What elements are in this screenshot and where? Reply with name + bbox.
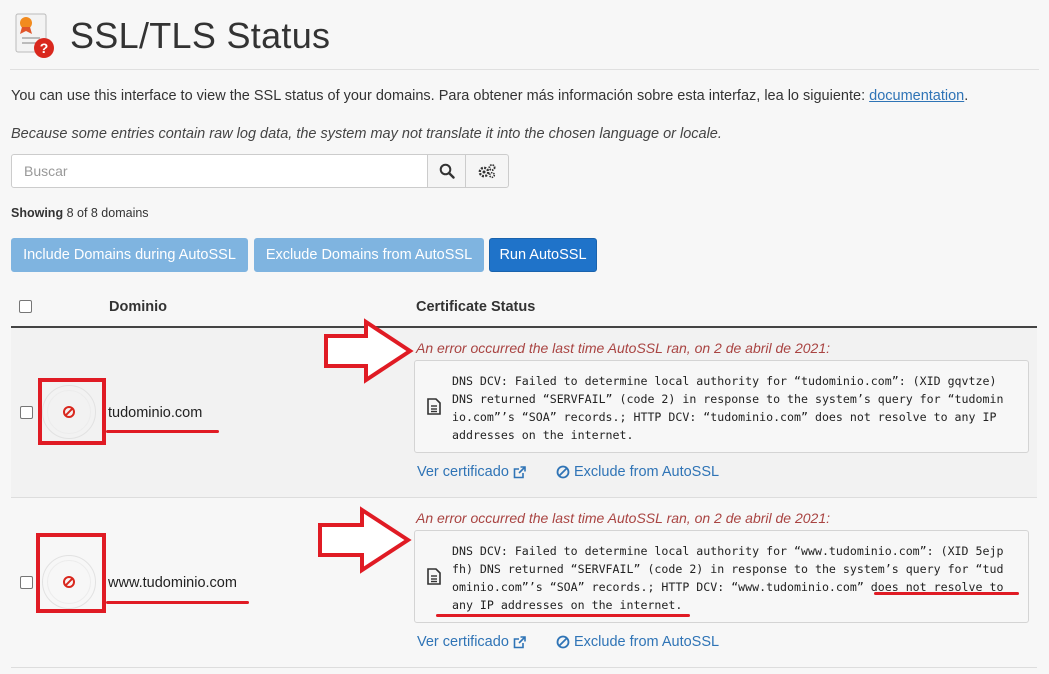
search-placeholder: Buscar xyxy=(24,163,68,179)
error-log-text: DNS DCV: Failed to determine local autho… xyxy=(452,544,1011,612)
svg-text:?: ? xyxy=(40,40,49,56)
search-button[interactable] xyxy=(427,154,466,188)
exclude-domains-button[interactable]: Exclude Domains from AutoSSL xyxy=(254,238,484,272)
annotation-underline xyxy=(874,592,1019,595)
annotation-highlight-box xyxy=(36,533,106,613)
intro-text-body: You can use this interface to view the S… xyxy=(11,88,866,104)
intro-text-end: . xyxy=(964,88,969,104)
exclude-from-autossl-label: Exclude from AutoSSL xyxy=(574,464,720,480)
view-certificate-label: Ver certificado xyxy=(417,464,509,480)
column-header-status: Certificate Status xyxy=(416,299,536,315)
page-title: SSL/TLS Status xyxy=(70,15,331,56)
showing-text: 8 of 8 domains xyxy=(66,206,149,220)
status-error-message: An error occurred the last time AutoSSL … xyxy=(416,340,831,356)
external-link-icon xyxy=(513,635,526,648)
ban-icon xyxy=(556,465,570,479)
document-icon xyxy=(427,398,441,415)
annotation-arrow-icon xyxy=(324,318,414,384)
row-checkbox[interactable] xyxy=(20,576,33,589)
annotation-underline xyxy=(436,614,690,617)
domain-name: tudominio.com xyxy=(108,405,203,421)
annotation-underline xyxy=(106,430,219,433)
table-header: Dominio Certificate Status xyxy=(11,290,1037,328)
exclude-from-autossl-link[interactable]: Exclude from AutoSSL xyxy=(556,464,719,480)
view-certificate-link[interactable]: Ver certificado xyxy=(417,634,526,650)
annotation-underline xyxy=(106,601,249,604)
view-certificate-link[interactable]: Ver certificado xyxy=(417,464,526,480)
ban-icon xyxy=(556,635,570,649)
showing-count: Showing 8 of 8 domains xyxy=(11,206,149,220)
external-link-icon xyxy=(513,465,526,478)
table-row: www.tudominio.com An error occurred the … xyxy=(11,498,1037,668)
include-domains-button[interactable]: Include Domains during AutoSSL xyxy=(11,238,248,272)
intro-text: You can use this interface to view the S… xyxy=(11,88,968,104)
locale-note: Because some entries contain raw log dat… xyxy=(11,126,722,142)
showing-label: Showing xyxy=(11,206,64,220)
page-header: ? SSL/TLS Status xyxy=(14,10,330,62)
error-log-box: DNS DCV: Failed to determine local autho… xyxy=(414,360,1029,453)
error-log-box: DNS DCV: Failed to determine local autho… xyxy=(414,530,1029,623)
domain-name: www.tudominio.com xyxy=(108,575,237,591)
column-header-domain: Dominio xyxy=(109,299,167,315)
annotation-arrow-icon xyxy=(318,506,412,574)
search-input[interactable]: Buscar xyxy=(11,154,428,188)
search-settings-button[interactable] xyxy=(465,154,509,188)
gears-icon xyxy=(478,164,496,179)
header-divider xyxy=(10,69,1039,70)
row-checkbox[interactable] xyxy=(20,406,33,419)
error-log-text: DNS DCV: Failed to determine local autho… xyxy=(452,374,1011,442)
view-certificate-label: Ver certificado xyxy=(417,634,509,650)
annotation-highlight-box xyxy=(38,378,106,445)
exclude-from-autossl-label: Exclude from AutoSSL xyxy=(574,634,720,650)
select-all-checkbox[interactable] xyxy=(19,300,32,313)
ssl-certificate-icon: ? xyxy=(14,12,58,60)
search-icon xyxy=(439,163,455,179)
status-error-message: An error occurred the last time AutoSSL … xyxy=(416,510,831,526)
documentation-link[interactable]: documentation xyxy=(869,88,964,104)
exclude-from-autossl-link[interactable]: Exclude from AutoSSL xyxy=(556,634,719,650)
table-row: tudominio.com An error occurred the last… xyxy=(11,328,1037,498)
document-icon xyxy=(427,568,441,585)
run-autossl-button[interactable]: Run AutoSSL xyxy=(489,238,597,272)
